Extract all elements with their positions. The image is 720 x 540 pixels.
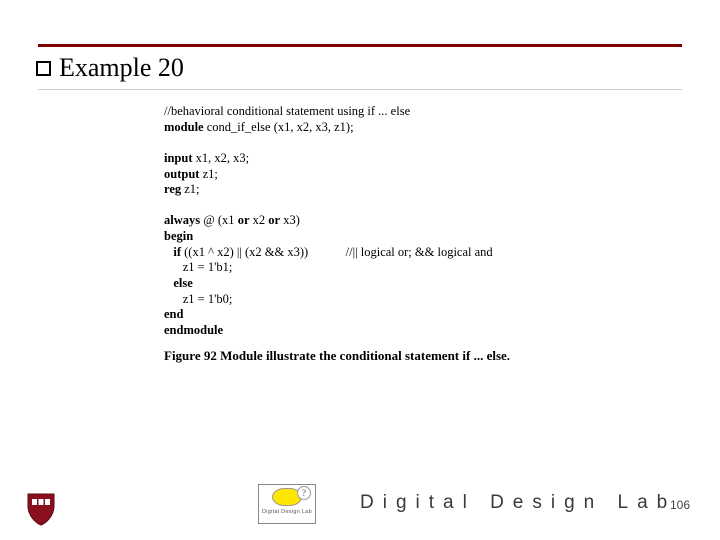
code-text: z1 = 1'b0; xyxy=(164,292,232,306)
top-rule xyxy=(38,44,682,47)
code-keyword: or xyxy=(238,213,250,227)
code-keyword: input xyxy=(164,151,193,165)
code-keyword: module xyxy=(164,120,204,134)
code-keyword: always xyxy=(164,213,200,227)
code-keyword: reg xyxy=(164,182,181,196)
code-text: z1; xyxy=(181,182,199,196)
question-bubble-icon: ? xyxy=(297,486,311,500)
code-keyword: else xyxy=(164,276,193,290)
code-text: z1; xyxy=(199,167,217,181)
code-text: x2 xyxy=(250,213,269,227)
brand-text: Digital Design Lab xyxy=(360,492,676,514)
code-keyword: endmodule xyxy=(164,323,223,337)
code-keyword: end xyxy=(164,307,183,321)
code-text: x3) xyxy=(280,213,300,227)
code-keyword: begin xyxy=(164,229,193,243)
code-block: //behavioral conditional statement using… xyxy=(164,104,654,338)
footer: ? Digital Design Lab Digital Design Lab … xyxy=(0,480,720,526)
code-text: @ (x1 xyxy=(200,213,238,227)
slide-title: Example 20 xyxy=(59,53,184,83)
code-text: z1 = 1'b1; xyxy=(164,260,232,274)
code-text: x1, x2, x3; xyxy=(193,151,250,165)
code-text: ((x1 ^ x2) || (x2 && x3)) //|| logical o… xyxy=(181,245,493,259)
code-keyword: output xyxy=(164,167,199,181)
code-keyword: if xyxy=(164,245,181,259)
code-text: cond_if_else (x1, x2, x3, z1); xyxy=(204,120,354,134)
lab-logo-icon: ? Digital Design Lab xyxy=(258,484,316,524)
figure-caption: Figure 92 Module illustrate the conditio… xyxy=(164,348,682,364)
code-line: //behavioral conditional statement using… xyxy=(164,104,410,118)
bullet-square-icon xyxy=(36,61,51,76)
code-keyword: or xyxy=(268,213,280,227)
thought-bubble-icon: ? xyxy=(272,488,302,506)
logo-small-text: Digital Design Lab xyxy=(262,509,312,515)
title-row: Example 20 xyxy=(38,53,682,83)
crest-icon xyxy=(26,492,56,526)
mid-rule xyxy=(38,89,682,90)
page-number: 106 xyxy=(670,498,690,512)
